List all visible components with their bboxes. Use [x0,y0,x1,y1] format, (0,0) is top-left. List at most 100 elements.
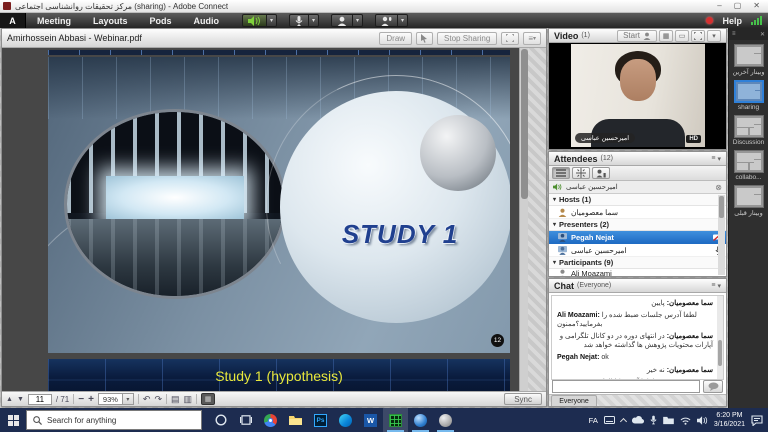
menu-layouts[interactable]: Layouts [82,16,139,26]
start-button[interactable] [0,408,26,432]
hosts-group-header[interactable]: ▾ Hosts (1) [549,194,726,206]
attendee-status-view-icon[interactable] [592,167,610,179]
attendees-scrollbar-thumb[interactable] [719,196,724,218]
fit-page-icon[interactable]: ▥ [184,394,193,405]
minimize-button[interactable]: – [717,2,721,10]
close-button[interactable]: ✕ [753,2,760,10]
raise-hand-dropdown-icon[interactable]: ▾ [398,14,408,27]
layout-thumbnail[interactable] [734,115,764,138]
chat-scrollbar-thumb[interactable] [718,340,722,366]
attendee-row-host[interactable]: سما معصومیان [549,206,726,219]
help-menu[interactable]: Help [722,16,742,26]
chat-scrollbar[interactable] [717,296,723,379]
layout-thumbnail[interactable] [734,185,764,208]
speaker-icon[interactable] [242,14,267,27]
layout-thumbnail[interactable] [734,44,764,67]
previous-page-button[interactable]: ▲ [6,396,13,403]
chat-message-input[interactable] [552,380,700,393]
attendee-row-presenter[interactable]: امیرحسین عباسی [549,244,726,257]
keyboard-icon[interactable] [604,416,615,424]
microphone-icon[interactable] [289,14,309,27]
cortana-button[interactable] [208,408,233,432]
network-icon[interactable] [680,416,691,425]
rotate-left-icon[interactable]: ↶ [143,394,151,405]
next-page-button[interactable]: ▼ [17,396,24,403]
share-scrollbar[interactable] [519,48,528,393]
folder-tray-icon[interactable] [663,416,674,425]
presenter-avatar-icon [558,233,567,242]
share-scrollbar-thumb[interactable] [521,49,528,199]
speaker-dropdown-icon[interactable]: ▾ [267,14,277,27]
slide-photo-oval [64,109,286,299]
start-webcam-button[interactable]: Start [617,30,657,42]
draw-button[interactable]: Draw [379,32,412,45]
taskbar-photoshop[interactable]: Ps [308,408,333,432]
raise-hand-icon[interactable] [375,14,398,27]
volume-icon[interactable] [697,416,708,425]
taskbar-file-explorer[interactable] [283,408,308,432]
sync-button[interactable]: Sync [504,393,542,405]
taskbar-active-app[interactable] [383,408,408,432]
chat-tabs-row: Everyone [549,394,726,406]
participants-group-header[interactable]: ▾ Participants (9) [549,257,726,269]
grid-view-icon[interactable]: ▦ [659,30,673,42]
menu-pods[interactable]: Pods [139,16,183,26]
previous-slide-edge [48,50,510,55]
task-view-button[interactable] [233,408,258,432]
chat-input-row [552,379,723,393]
hidden-icons-chevron[interactable] [620,417,627,424]
zoom-in-button[interactable]: + [88,394,94,405]
zoom-dropdown-icon[interactable]: ▾ [122,394,133,404]
menu-audio[interactable]: Audio [183,16,231,26]
layouts-panel-close-icon[interactable]: ✕ [760,31,765,38]
language-indicator[interactable]: FA [589,416,598,425]
onedrive-cloud-icon[interactable] [632,416,644,424]
notifications-icon[interactable] [751,415,763,426]
collapse-icon: ▾ [553,221,556,228]
microphone-tray-icon[interactable] [650,415,657,425]
taskbar-word[interactable]: W [358,408,383,432]
tab-everyone[interactable]: Everyone [551,395,597,406]
video-pod-menu-icon[interactable]: ▾ [707,30,721,42]
maximize-button[interactable]: ▢ [734,2,742,10]
attendees-scrollbar[interactable] [718,195,725,275]
webcam-icon[interactable] [331,14,353,27]
zoom-out-button[interactable]: − [78,394,84,405]
send-message-button[interactable] [703,380,723,393]
taskbar-search[interactable]: Search for anything [26,410,202,430]
microphone-dropdown-icon[interactable]: ▾ [309,14,319,27]
attendee-row-presenter-selected[interactable]: Pegah Nejat [549,231,726,244]
menu-meeting[interactable]: Meeting [26,16,82,26]
active-speaker-name: امیرحسین عباسی [566,183,618,191]
fullscreen-icon[interactable] [501,32,519,45]
layout-thumbnail-selected[interactable] [734,80,764,103]
attendees-pod-menu-icon[interactable]: ≡▾ [711,155,721,163]
stop-sharing-button[interactable]: Stop Sharing [437,32,497,45]
layout-thumbnail[interactable] [734,150,764,173]
thumbnails-toggle-icon[interactable]: ▦ [201,393,215,405]
video-fullscreen-icon[interactable] [691,30,705,42]
pointer-tool-icon[interactable] [416,32,433,45]
gray-app-icon [439,414,452,427]
page-number-input[interactable] [28,394,52,405]
filmstrip-view-icon[interactable]: ▭ [675,30,689,42]
clock[interactable]: 6:20 PM 3/16/2021 [714,411,745,430]
chat-pod-menu-icon[interactable]: ≡▾ [711,282,721,290]
taskbar-app-gray[interactable] [433,408,458,432]
fit-width-icon[interactable]: ▤ [171,394,180,405]
attendee-row-participant[interactable]: Ali Moazami [549,269,726,277]
taskbar-edge[interactable] [333,408,358,432]
presenters-group-header[interactable]: ▾ Presenters (2) [549,219,726,231]
layouts-panel-menu-icon[interactable]: ≡ [732,31,736,37]
attendee-name: Pegah Nejat [571,233,614,242]
zoom-level-select[interactable]: 93% ▾ [98,393,134,405]
webcam-dropdown-icon[interactable]: ▾ [353,14,363,27]
attendee-list-view-icon[interactable] [552,167,570,179]
share-pod-menu-icon[interactable]: ≡▾ [523,32,541,45]
taskbar-chrome[interactable] [258,408,283,432]
dismiss-speaker-icon[interactable]: ⊗ [715,183,722,192]
rotate-right-icon[interactable]: ↷ [154,394,162,405]
breakout-view-icon[interactable] [572,167,590,179]
taskbar-app-blue[interactable] [408,408,433,432]
chat-message: Ali Moazami: لطفا آدرس جلسات ضبط شده را … [557,311,713,329]
